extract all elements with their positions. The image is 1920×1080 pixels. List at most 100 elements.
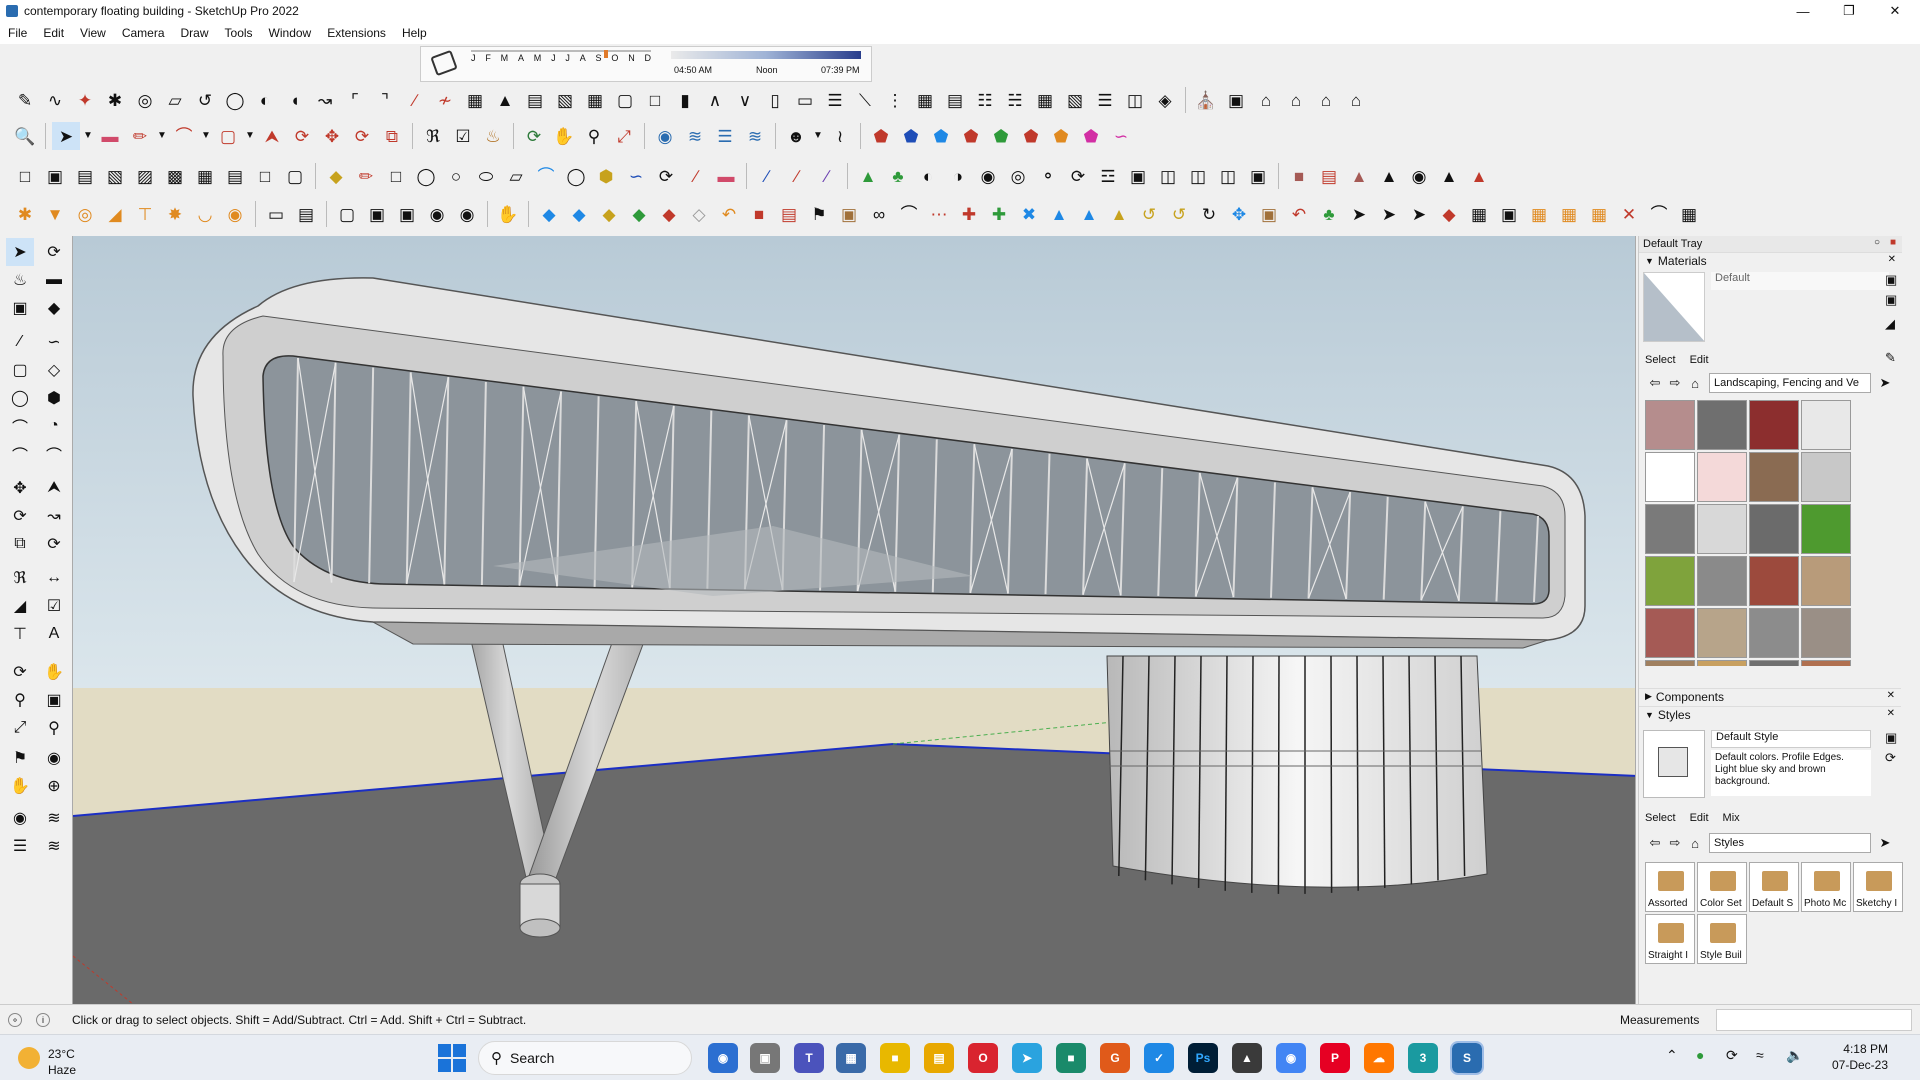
line-tool-icon[interactable]: ⌜: [341, 86, 369, 114]
texture-2-icon[interactable]: ▤: [1315, 162, 1343, 190]
refresh-icon[interactable]: ⟳: [1064, 162, 1092, 190]
push-pull-icon[interactable]: ⮝: [40, 474, 68, 502]
loop-icon[interactable]: ⟳: [652, 162, 680, 190]
tab-style-mix[interactable]: Mix: [1723, 812, 1740, 824]
home-icon[interactable]: ⌂: [1685, 374, 1705, 392]
pin-icon[interactable]: ○: [1874, 237, 1880, 248]
extension-warehouse-icon[interactable]: ▣: [1222, 86, 1250, 114]
text-icon[interactable]: ☑: [40, 592, 68, 620]
circle-orange-icon[interactable]: ◎: [71, 200, 99, 228]
column-tool-icon[interactable]: ▯: [761, 86, 789, 114]
round-corner-icon[interactable]: ◯: [412, 162, 440, 190]
shadow-layer-2-icon[interactable]: ▤: [292, 200, 320, 228]
flat-yellow-icon[interactable]: ◆: [595, 200, 623, 228]
move-tool-icon[interactable]: ✥: [318, 122, 346, 150]
link-icon[interactable]: ∞: [865, 200, 893, 228]
start-button[interactable]: [438, 1044, 466, 1072]
soundcloud-icon[interactable]: ☁: [1364, 1043, 1394, 1073]
grid-icon[interactable]: ▦: [1465, 200, 1493, 228]
shingle-tool-icon[interactable]: ☵: [1001, 86, 1029, 114]
material-swatch[interactable]: [1749, 504, 1799, 554]
top-view-icon[interactable]: ▣: [41, 162, 69, 190]
beam-tool-icon[interactable]: ▮: [671, 86, 699, 114]
fence-tool-icon[interactable]: ▧: [551, 86, 579, 114]
gizmo-icon[interactable]: ✥: [1225, 200, 1253, 228]
taskbar-search[interactable]: ⚲ Search: [478, 1041, 692, 1075]
material-swatch[interactable]: [1697, 556, 1747, 606]
tape-measure-icon[interactable]: ℜ: [419, 122, 447, 150]
follow-me-icon[interactable]: ↝: [40, 502, 68, 530]
file-explorer-icon[interactable]: ▤: [924, 1043, 954, 1073]
slash-purple-icon[interactable]: ∕: [813, 162, 841, 190]
copilot-icon[interactable]: ◉: [708, 1043, 738, 1073]
house-garage-icon[interactable]: ⌂: [1342, 86, 1370, 114]
array-tool-icon[interactable]: ⋮: [881, 86, 909, 114]
style-collection-select[interactable]: Styles: [1709, 833, 1871, 853]
hand-icon[interactable]: ✋: [494, 200, 522, 228]
plus-red-icon[interactable]: ✚: [955, 200, 983, 228]
sphere-icon[interactable]: ◉: [974, 162, 1002, 190]
material-swatch[interactable]: [1697, 452, 1747, 502]
flat-red-icon[interactable]: ◆: [655, 200, 683, 228]
close-icon[interactable]: ✕: [1872, 0, 1918, 22]
frame-teal-icon[interactable]: ▣: [1495, 200, 1523, 228]
tag-tool-icon[interactable]: ◆: [322, 162, 350, 190]
cone-icon[interactable]: ▲: [1045, 200, 1073, 228]
home-icon[interactable]: ⌂: [1685, 834, 1705, 852]
truss-tool-icon[interactable]: ∧: [701, 86, 729, 114]
joist-tool-icon[interactable]: ☰: [821, 86, 849, 114]
material-swatch[interactable]: [1801, 452, 1851, 502]
layout-send-icon[interactable]: ☰: [711, 122, 739, 150]
material-swatch[interactable]: [1697, 504, 1747, 554]
details-arrow-icon[interactable]: ➤: [1875, 374, 1895, 392]
material-swatch[interactable]: [1801, 660, 1851, 666]
xray-icon[interactable]: ▦: [191, 162, 219, 190]
zoom-extents-icon[interactable]: ⤢: [610, 122, 638, 150]
material-swatch[interactable]: [1749, 400, 1799, 450]
hatch-3-icon[interactable]: ▦: [1585, 200, 1613, 228]
tree-2-icon[interactable]: ♣: [1315, 200, 1343, 228]
gem-icon[interactable]: ◆: [1435, 200, 1463, 228]
menu-draw[interactable]: Draw: [173, 26, 217, 40]
details-arrow-icon[interactable]: ➤: [1875, 834, 1895, 852]
pencil-tool-icon[interactable]: ✏: [126, 122, 154, 150]
orbit-tool-icon[interactable]: ⟳: [520, 122, 548, 150]
chrome-icon[interactable]: ◉: [1276, 1043, 1306, 1073]
back-edges-icon[interactable]: ▤: [221, 162, 249, 190]
arc-2pt-icon[interactable]: ⌒: [40, 440, 68, 468]
wire-cube-icon[interactable]: ▢: [333, 200, 361, 228]
layout-icon[interactable]: ☰: [6, 832, 34, 860]
protractor-icon[interactable]: ◢: [6, 592, 34, 620]
previous-view-icon[interactable]: ⚲: [40, 714, 68, 742]
pan-tool-icon[interactable]: ✋: [550, 122, 578, 150]
curve-tool-icon[interactable]: ≁: [431, 86, 459, 114]
arc-3pt-icon[interactable]: ⌒: [6, 440, 34, 468]
material-swatch[interactable]: [1645, 660, 1695, 666]
system-clock[interactable]: 4:18 PM 07-Dec-23: [1818, 1041, 1888, 1073]
texture-3-icon[interactable]: ▲: [1345, 162, 1373, 190]
sample-paint-icon[interactable]: ✎: [1885, 350, 1896, 366]
offset-tool-icon[interactable]: ⟳: [288, 122, 316, 150]
forward-arrow-icon[interactable]: ⇨: [1665, 834, 1685, 852]
extrude-red-icon[interactable]: ⬟: [867, 122, 895, 150]
ellipse-icon[interactable]: ⬭: [472, 162, 500, 190]
material-swatch[interactable]: [1801, 504, 1851, 554]
arc-icon[interactable]: ⌒: [6, 412, 34, 440]
extension-manager-icon[interactable]: ≋: [741, 122, 769, 150]
materials-section-header[interactable]: ▼ Materials ✕: [1639, 252, 1902, 268]
flat-blue-2-icon[interactable]: ◆: [565, 200, 593, 228]
sandbox-from-scratch-icon[interactable]: ∿: [41, 86, 69, 114]
rail-tool-icon[interactable]: ☰: [1091, 86, 1119, 114]
flat-green-icon[interactable]: ◆: [625, 200, 653, 228]
section-icon[interactable]: ⊕: [40, 772, 68, 800]
share-model-icon[interactable]: ≋: [681, 122, 709, 150]
ruler-icon[interactable]: ☲: [1094, 162, 1122, 190]
tab-style-edit[interactable]: Edit: [1690, 812, 1709, 824]
funnel-icon[interactable]: ▼: [41, 200, 69, 228]
style-folder[interactable]: Sketchy I: [1853, 862, 1903, 912]
rafter-tool-icon[interactable]: ∨: [731, 86, 759, 114]
paint-bucket-icon[interactable]: ♨: [6, 266, 34, 294]
smoove-icon[interactable]: ✦: [71, 86, 99, 114]
menu-help[interactable]: Help: [394, 26, 435, 40]
app-orange-icon[interactable]: G: [1100, 1043, 1130, 1073]
